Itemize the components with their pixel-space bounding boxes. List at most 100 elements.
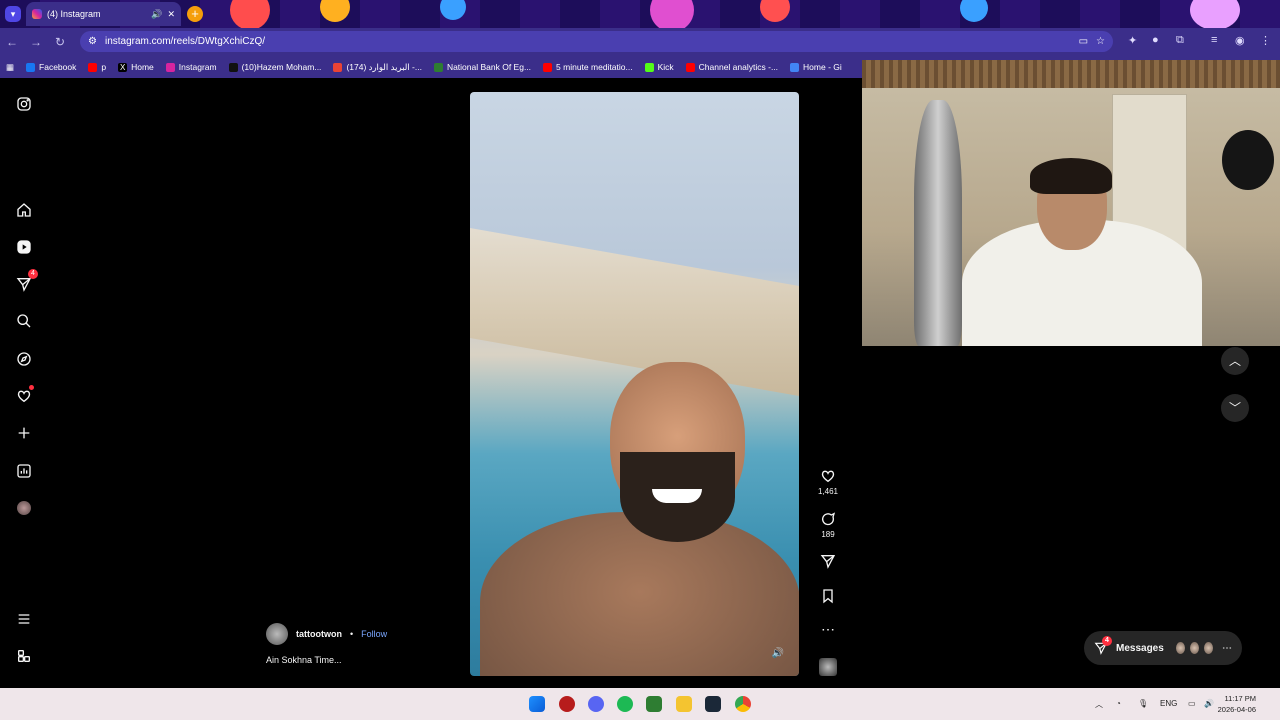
tab-instagram[interactable]: (4) Instagram 🔊 ✕ (26, 2, 181, 26)
follow-button[interactable]: Follow (361, 629, 387, 639)
spotify-icon[interactable] (617, 696, 633, 712)
bookmark-item[interactable]: Home - Gi (790, 62, 842, 72)
comment-button[interactable]: 189 (816, 511, 840, 539)
apps-grid-icon[interactable]: ▦ (6, 62, 14, 73)
facebook-icon (26, 62, 36, 72)
windows-start-icon[interactable] (529, 696, 545, 712)
messages-button[interactable]: 4 Messages ⋯ (1084, 631, 1242, 665)
bookmark-item[interactable]: Kick (644, 62, 674, 72)
profile-avatar[interactable] (14, 498, 34, 518)
bank-icon (433, 62, 443, 72)
home-icon[interactable] (14, 200, 34, 220)
next-reel-button[interactable]: ﹀ (1221, 394, 1249, 422)
video-person-smile (652, 489, 702, 503)
reel-caption[interactable]: Ain Sokhna Time... (266, 655, 342, 665)
x-icon: X (118, 62, 128, 72)
more-avatars-icon: ⋯ (1222, 642, 1232, 654)
notifications-heart-icon[interactable] (14, 385, 34, 406)
search-icon[interactable] (14, 311, 34, 331)
steam-icon[interactable] (705, 696, 721, 712)
bookmark-item[interactable]: Channel analytics -... (685, 62, 778, 72)
url-text: instagram.com/reels/DWtgXchiCzQ/ (104, 36, 266, 47)
like-count: 1,461 (817, 487, 839, 496)
site-info-icon[interactable]: ⚙ (88, 36, 97, 47)
reel-video[interactable]: 🔊 (470, 92, 799, 676)
messages-badge: 4 (1102, 636, 1112, 646)
avatar (1174, 641, 1186, 655)
share-button[interactable] (816, 553, 840, 572)
clock-date: 2026-04-06 (1217, 705, 1256, 714)
like-button[interactable]: 1,461 (816, 468, 840, 496)
webcam-balloon (1222, 130, 1274, 190)
browser-toolbar: ← → ↻ ⚙ instagram.com/reels/DWtgXchiCzQ/… (0, 28, 1280, 56)
app-icon[interactable] (559, 696, 575, 712)
profile-avatar-icon[interactable]: ◉ (1235, 34, 1245, 47)
bookmark-item[interactable]: Instagram (165, 62, 217, 72)
clock-time: 11:17 PM (1224, 694, 1256, 703)
volume-icon[interactable]: 🔊 (771, 648, 785, 662)
bookmark-item[interactable]: National Bank Of Eg... (433, 62, 531, 72)
author-username[interactable]: tattootwon (296, 629, 342, 639)
instagram-favicon-icon (32, 9, 42, 19)
clock[interactable]: 11:17 PM 2026-04-06 (1218, 693, 1256, 715)
create-plus-icon[interactable] (14, 423, 34, 443)
tab-audio-icon[interactable]: 🔊 (151, 9, 162, 20)
show-hidden-icons-icon[interactable]: ︿ (1095, 699, 1103, 710)
also-from-meta-icon[interactable] (14, 646, 34, 666)
new-tab-button[interactable]: + (187, 6, 203, 22)
more-options-icon[interactable]: ⋯ (816, 622, 840, 636)
previous-reel-button[interactable]: ︿ (1221, 347, 1249, 375)
network-icon[interactable]: ◔ (1116, 699, 1121, 708)
chrome-icon[interactable] (735, 696, 751, 712)
bookmark-item[interactable]: X Home (118, 62, 154, 72)
direct-messages-icon[interactable]: 4 (14, 269, 38, 294)
display-icon[interactable]: ▭ (1188, 699, 1196, 708)
extension-circle-icon[interactable]: ● (1152, 34, 1159, 46)
youtube-studio-icon (685, 62, 695, 72)
bookmark-item[interactable]: (174) البريد الوارد -... (333, 62, 422, 73)
webcam-ceiling (862, 60, 1280, 88)
instagram-icon (165, 62, 175, 72)
instagram-page: 4 🔊 1,461 189 ⋯ tattootwon • Follow Ain … (0, 78, 862, 688)
separator-dot: • (349, 629, 354, 639)
video-building (470, 227, 799, 397)
bookmark-item[interactable]: (10)Hazem Moham... (228, 62, 321, 72)
extension-pin-icon[interactable]: ✦ (1128, 34, 1137, 47)
install-app-icon[interactable]: ▭ (1079, 36, 1088, 47)
forward-button[interactable]: → (24, 35, 48, 49)
bookmark-item[interactable]: Facebook (26, 62, 76, 72)
extensions-icon[interactable]: ⧉ (1176, 34, 1184, 47)
bookmark-item[interactable]: p (88, 62, 106, 72)
webcam-person-hair (1030, 158, 1112, 194)
app-icon[interactable] (646, 696, 662, 712)
author-avatar[interactable] (266, 623, 288, 645)
instagram-logo-icon[interactable] (14, 94, 34, 114)
youtube-icon (543, 62, 553, 72)
save-button[interactable] (816, 588, 840, 607)
back-button[interactable]: ← (0, 35, 24, 49)
reload-button[interactable]: ↻ (48, 35, 72, 49)
reel-author: tattootwon • Follow (266, 623, 387, 645)
tab-close-icon[interactable]: ✕ (167, 9, 175, 20)
volume-tray-icon[interactable]: 🔊 (1204, 699, 1214, 708)
bookmark-star-icon[interactable]: ☆ (1096, 36, 1105, 47)
file-explorer-icon[interactable] (676, 696, 692, 712)
bookmark-item[interactable]: 5 minute meditatio... (543, 62, 633, 72)
more-menu-icon[interactable] (14, 609, 34, 629)
drive-icon (790, 62, 800, 72)
tab-title: (4) Instagram (47, 9, 101, 19)
reels-icon[interactable] (14, 237, 34, 257)
audio-track-thumbnail[interactable] (816, 658, 840, 676)
language-indicator[interactable]: ENG (1160, 699, 1177, 708)
microphone-icon[interactable]: 🎙 (1138, 699, 1148, 708)
heart-icon (821, 470, 835, 483)
address-bar[interactable]: ⚙ instagram.com/reels/DWtgXchiCzQ/ ▭ ☆ (80, 31, 1113, 52)
browser-menu-icon[interactable]: ⋮ (1260, 34, 1271, 47)
avatar (1188, 641, 1200, 655)
tab-search-button[interactable]: ▾ (5, 6, 21, 22)
media-controls-icon[interactable]: ≡ (1211, 34, 1217, 46)
explore-icon[interactable] (14, 349, 34, 369)
bookmark-icon (823, 589, 833, 604)
dashboard-icon[interactable] (14, 461, 34, 481)
discord-icon[interactable] (588, 696, 604, 712)
